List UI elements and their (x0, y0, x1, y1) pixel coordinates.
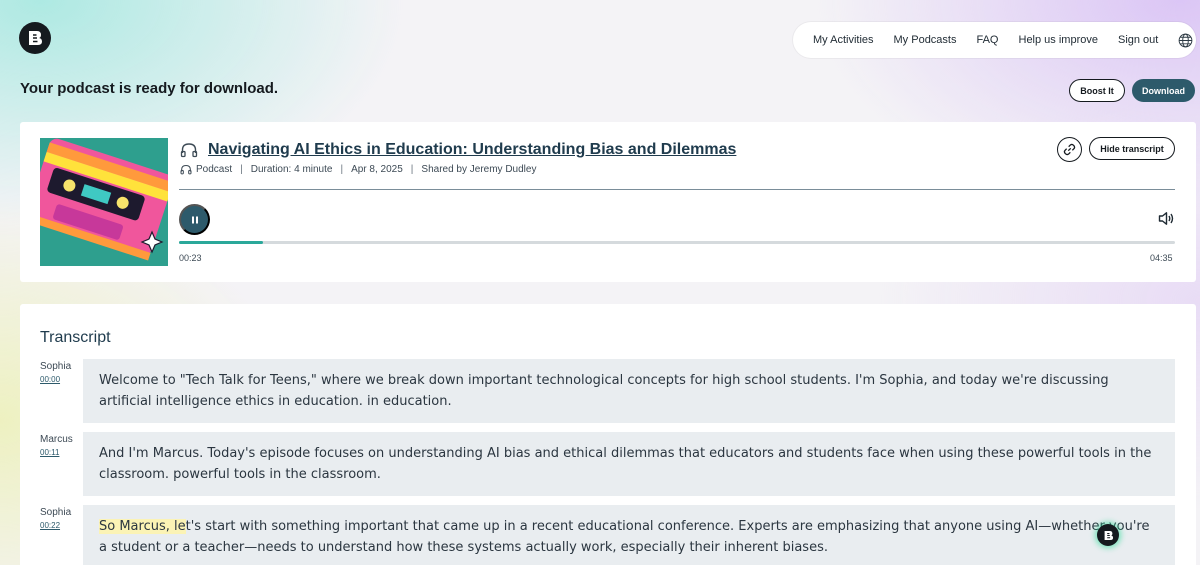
globe-icon[interactable] (1178, 33, 1193, 48)
meta-separator: | (410, 164, 414, 175)
volume-icon[interactable] (1158, 211, 1175, 231)
transcript-text: Welcome to "Tech Talk for Teens," where … (83, 359, 1175, 423)
timestamp-link[interactable]: 00:00 (40, 375, 60, 384)
transcript-line: t's start with something important that … (99, 519, 1150, 555)
logo-icon (29, 31, 42, 45)
speaker-name: Marcus (40, 434, 73, 445)
timestamp-link[interactable]: 00:11 (40, 448, 59, 457)
meta-separator: | (240, 164, 243, 175)
pause-icon (191, 216, 198, 223)
transcript-text: So Marcus, let's start with something im… (83, 505, 1175, 565)
speaker-name: Sophia (40, 507, 72, 518)
copy-link-button[interactable] (1057, 137, 1082, 162)
meta-separator: | (340, 164, 344, 175)
episode-title-row: Navigating AI Ethics in Education: Under… (180, 141, 736, 159)
assistant-logo-icon (1104, 530, 1113, 540)
pause-button[interactable] (179, 204, 210, 235)
current-word-highlight: So Marcus, le (99, 519, 186, 534)
nav-sign-out[interactable]: Sign out (1118, 34, 1158, 46)
nav-my-podcasts[interactable]: My Podcasts (894, 34, 957, 46)
transcript-card: Transcript Sophia 00:00 Welcome to "Tech… (20, 304, 1196, 565)
transcript-line: Welcome to "Tech Talk for Teens," where … (99, 373, 1109, 409)
boost-it-button[interactable]: Boost It (1069, 79, 1125, 102)
episode-title[interactable]: Navigating AI Ethics in Education: Under… (208, 141, 736, 159)
episode-duration: Duration: 4 minute (250, 164, 333, 175)
transcript-line: And I'm Marcus. Today's episode focuses … (99, 446, 1152, 482)
headphones-icon (180, 143, 198, 158)
floating-assistant-button[interactable] (1097, 524, 1119, 546)
podcast-player-card: Navigating AI Ethics in Education: Under… (20, 122, 1196, 282)
link-icon (1063, 143, 1076, 156)
app-logo[interactable] (19, 22, 51, 54)
cassette-cover-image (40, 138, 168, 266)
progress-bar[interactable] (179, 241, 1175, 244)
episode-type: Podcast (196, 164, 233, 175)
transcript-heading: Transcript (40, 329, 111, 346)
top-nav: My Activities My Podcasts FAQ Help us im… (793, 22, 1196, 58)
total-time: 04:35 (1150, 253, 1173, 263)
progress-fill (179, 241, 263, 244)
transcript-text: And I'm Marcus. Today's episode focuses … (83, 432, 1175, 496)
episode-date: Apr 8, 2025 (351, 164, 403, 175)
timestamp-link[interactable]: 00:22 (40, 521, 60, 530)
nav-my-activities[interactable]: My Activities (813, 34, 874, 46)
hide-transcript-button[interactable]: Hide transcript (1089, 137, 1175, 160)
episode-meta: Podcast | Duration: 4 minute | Apr 8, 20… (180, 164, 536, 175)
current-time: 00:23 (179, 253, 202, 263)
episode-shared-by: Shared by Jeremy Dudley (421, 164, 537, 175)
player-divider (179, 189, 1175, 190)
speaker-name: Sophia (40, 361, 72, 372)
download-button[interactable]: Download (1132, 79, 1195, 102)
podcast-type-icon (180, 164, 192, 175)
nav-faq[interactable]: FAQ (976, 34, 998, 46)
ready-message: Your podcast is ready for download. (20, 80, 279, 97)
nav-help-us-improve[interactable]: Help us improve (1019, 34, 1098, 46)
